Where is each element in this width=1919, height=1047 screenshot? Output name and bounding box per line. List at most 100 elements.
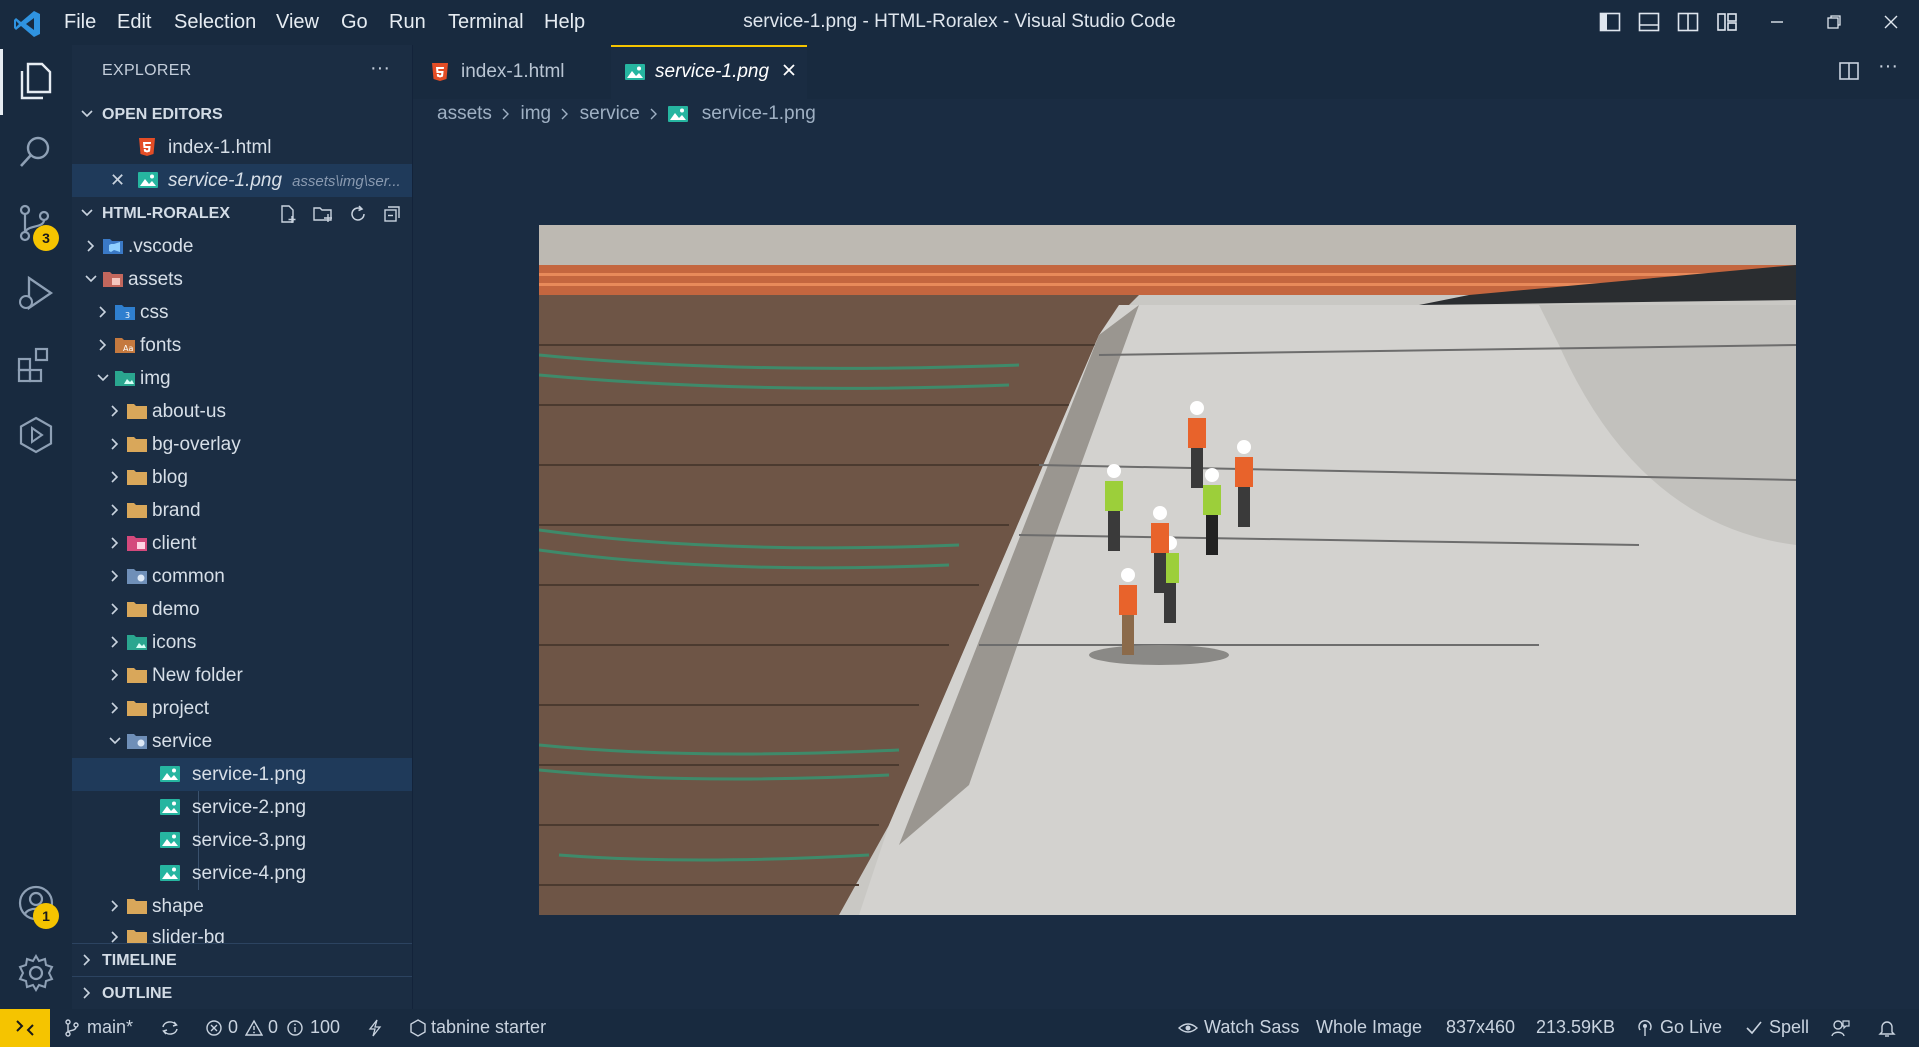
run-debug-icon[interactable] (16, 273, 56, 313)
menu-view[interactable]: View (276, 11, 319, 34)
tree-folder-img[interactable]: img (72, 362, 412, 395)
collapse-all-icon[interactable] (382, 204, 402, 224)
go-live-button[interactable]: Go Live (1660, 1017, 1722, 1038)
tree-folder-fonts[interactable]: Aa fonts (72, 329, 412, 362)
explorer-more-actions[interactable]: ··· (370, 57, 390, 80)
chevron-down-icon (80, 206, 94, 220)
tab-index-1-html[interactable]: index-1.html (413, 45, 609, 99)
tree-file-service-3[interactable]: service-3.png (72, 824, 412, 857)
image-dimensions: 837x460 (1446, 1017, 1516, 1037)
menu-edit[interactable]: Edit (117, 11, 151, 34)
search-icon[interactable] (16, 133, 54, 171)
menu-go[interactable]: Go (341, 11, 368, 34)
close-editor-icon[interactable]: ✕ (110, 164, 125, 197)
notifications-bell-icon[interactable] (1878, 1018, 1896, 1038)
open-editor-item[interactable]: ✕ service-1.png assets\img\ser... (72, 164, 412, 197)
outline-title: OUTLINE (102, 985, 173, 1002)
folder-icon (127, 601, 147, 617)
tree-label: css (140, 302, 169, 323)
menu-help[interactable]: Help (544, 11, 585, 34)
tree-folder-project[interactable]: project (72, 692, 412, 725)
lightning-icon[interactable] (368, 1019, 382, 1037)
new-file-icon[interactable] (278, 204, 298, 224)
restore-icon[interactable] (1824, 12, 1844, 32)
tree-label: brand (152, 500, 201, 521)
breadcrumb-assets[interactable]: assets (437, 103, 492, 124)
split-editor-icon[interactable] (1838, 60, 1860, 82)
chevron-right-icon (108, 503, 122, 517)
status-bar: main* 0 0 100 tabnine starter Watch Sass… (0, 1009, 1919, 1047)
chevron-right-icon (80, 986, 94, 1000)
tree-folder-vscode[interactable]: .vscode (72, 230, 412, 263)
project-section[interactable]: HTML-RORALEX (72, 197, 412, 230)
breadcrumb-file[interactable]: service-1.png (702, 103, 816, 124)
tree-folder-bg-overlay[interactable]: bg-overlay (72, 428, 412, 461)
open-editors-section[interactable]: OPEN EDITORS (72, 98, 412, 131)
spell-check[interactable]: Spell (1769, 1017, 1809, 1038)
tree-file-service-1[interactable]: service-1.png (72, 758, 412, 791)
close-window-icon[interactable] (1881, 12, 1901, 32)
tree-folder-brand[interactable]: brand (72, 494, 412, 527)
tree-folder-shape[interactable]: shape (72, 890, 412, 923)
toggle-primary-sidebar-icon[interactable] (1599, 11, 1621, 33)
explorer-icon[interactable] (16, 61, 54, 101)
chevron-right-icon (108, 899, 122, 913)
client-folder-icon (127, 535, 147, 551)
image-file-icon (668, 106, 689, 122)
image-file-icon (160, 865, 180, 881)
explorer-header: EXPLORER (102, 62, 192, 79)
tabnine-icon (410, 1019, 426, 1037)
image-preview[interactable] (539, 225, 1796, 915)
remote-indicator[interactable] (0, 1009, 50, 1047)
tree-folder-client[interactable]: client (72, 527, 412, 560)
breadcrumb-service[interactable]: service (580, 103, 640, 124)
info-count[interactable]: 100 (310, 1017, 340, 1038)
menu-run[interactable]: Run (389, 11, 426, 34)
tree-file-service-4[interactable]: service-4.png (72, 857, 412, 890)
tabnine-status[interactable]: tabnine starter (431, 1017, 546, 1038)
remote-explorer-icon[interactable] (16, 415, 56, 455)
minimize-icon[interactable] (1767, 12, 1787, 32)
source-control-badge: 3 (33, 225, 59, 251)
outline-section[interactable]: OUTLINE (72, 976, 412, 1009)
more-actions-icon[interactable]: ··· (1878, 55, 1898, 78)
timeline-section[interactable]: TIMELINE (72, 943, 412, 977)
git-branch[interactable]: main* (87, 1017, 133, 1038)
customize-layout-icon[interactable] (1716, 11, 1738, 33)
breadcrumb-img[interactable]: img (520, 103, 551, 124)
manage-gear-icon[interactable] (16, 953, 56, 993)
tree-folder-assets[interactable]: assets (72, 263, 412, 296)
zoom-mode[interactable]: Whole Image (1316, 1017, 1422, 1038)
tree-folder-css[interactable]: 3 css (72, 296, 412, 329)
menu-selection[interactable]: Selection (174, 11, 256, 34)
close-tab-icon[interactable] (781, 62, 797, 78)
menu-file[interactable]: File (64, 11, 96, 34)
new-folder-icon[interactable] (312, 204, 334, 224)
tree-folder-slider-bg[interactable]: slider-bg (72, 921, 412, 943)
warning-count[interactable]: 0 (268, 1017, 278, 1038)
feedback-icon[interactable] (1830, 1018, 1850, 1038)
sync-icon[interactable] (160, 1019, 180, 1037)
svg-text:Aa: Aa (123, 344, 133, 353)
tree-label: about-us (152, 401, 226, 422)
tree-folder-about-us[interactable]: about-us (72, 395, 412, 428)
error-count[interactable]: 0 (228, 1017, 238, 1038)
tree-folder-icons[interactable]: icons (72, 626, 412, 659)
tree-folder-demo[interactable]: demo (72, 593, 412, 626)
refresh-icon[interactable] (348, 204, 368, 224)
extensions-icon[interactable] (16, 345, 56, 385)
css-folder-icon: 3 (115, 304, 135, 320)
tree-folder-common[interactable]: common (72, 560, 412, 593)
toggle-secondary-sidebar-icon[interactable] (1677, 11, 1699, 33)
toggle-panel-icon[interactable] (1638, 11, 1660, 33)
tab-service-1-png[interactable]: service-1.png (611, 45, 807, 101)
tree-folder-service[interactable]: service (72, 725, 412, 758)
tree-folder-blog[interactable]: blog (72, 461, 412, 494)
warning-icon (245, 1019, 263, 1037)
tree-label: slider-bg (152, 927, 225, 943)
open-editor-item[interactable]: index-1.html (72, 131, 412, 164)
watch-sass[interactable]: Watch Sass (1204, 1017, 1299, 1038)
menu-terminal[interactable]: Terminal (448, 11, 524, 34)
tree-file-service-2[interactable]: service-2.png (72, 791, 412, 824)
tree-folder-new-folder[interactable]: New folder (72, 659, 412, 692)
